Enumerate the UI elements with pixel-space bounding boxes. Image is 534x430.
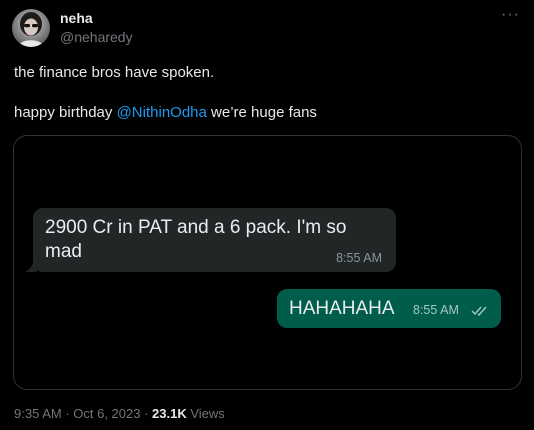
views-label: Views bbox=[186, 406, 225, 421]
bubble-tail-icon bbox=[25, 258, 37, 272]
tweet-text-line-2: happy birthday @NithinOdha we’re huge fa… bbox=[14, 104, 317, 121]
avatar[interactable] bbox=[12, 9, 50, 47]
incoming-message-time: 8:55 AM bbox=[336, 251, 382, 265]
outgoing-message-bubble: HAHAHAHA 8:55 AM bbox=[277, 289, 501, 328]
author-name[interactable]: neha bbox=[60, 10, 93, 26]
incoming-message-text: 2900 Cr in PAT and a 6 pack. I'm so mad bbox=[45, 217, 347, 262]
incoming-message-bubble: 2900 Cr in PAT and a 6 pack. I'm so mad … bbox=[25, 208, 396, 272]
meta-separator: · bbox=[61, 406, 74, 421]
tweet-date[interactable]: Oct 6, 2023 bbox=[73, 406, 140, 421]
meta-separator: · bbox=[140, 406, 153, 421]
views-count[interactable]: 23.1K bbox=[152, 406, 187, 421]
avatar-photo bbox=[18, 12, 44, 47]
tweet-time[interactable]: 9:35 AM bbox=[14, 406, 62, 421]
double-check-icon bbox=[471, 306, 487, 316]
outgoing-message-time: 8:55 AM bbox=[413, 303, 459, 317]
outgoing-message-text: HAHAHAHA bbox=[289, 298, 395, 319]
more-options-icon[interactable]: ··· bbox=[501, 6, 520, 24]
tweet-media-image[interactable]: 2900 Cr in PAT and a 6 pack. I'm so mad … bbox=[13, 135, 522, 390]
tweet-text-line-1: the finance bros have spoken. bbox=[14, 64, 215, 81]
author-handle[interactable]: @neharedy bbox=[60, 29, 133, 45]
tweet-text-prefix: happy birthday bbox=[14, 104, 117, 121]
mention-link[interactable]: @NithinOdha bbox=[117, 104, 207, 121]
tweet-meta: 9:35 AM · Oct 6, 2023 · 23.1K Views bbox=[14, 406, 225, 421]
tweet-text-suffix: we’re huge fans bbox=[206, 104, 317, 121]
